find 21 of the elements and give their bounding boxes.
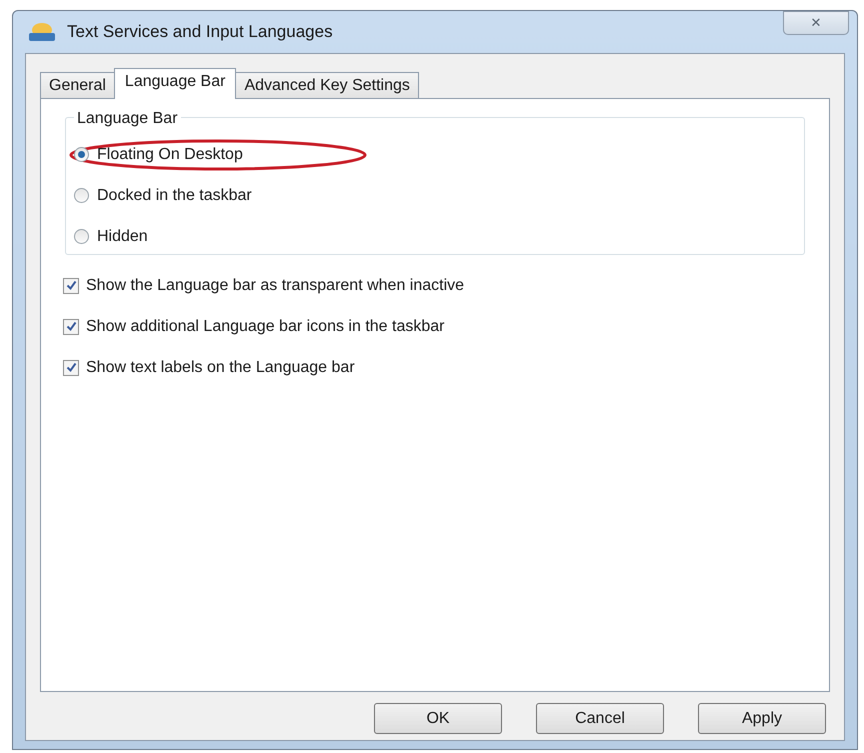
- dialog-button[interactable]: OK: [374, 703, 502, 734]
- radio-label: Hidden: [97, 226, 148, 246]
- radio-button[interactable]: [74, 229, 89, 244]
- tab[interactable]: General: [40, 72, 115, 99]
- dialog-button[interactable]: Cancel: [536, 703, 664, 734]
- window-title: Text Services and Input Languages: [67, 21, 333, 44]
- checkbox-label: Show text labels on the Language bar: [86, 358, 355, 378]
- close-button[interactable]: ✕: [783, 11, 849, 35]
- tab[interactable]: Advanced Key Settings: [235, 72, 419, 99]
- app-icon: [27, 21, 57, 43]
- checkbox[interactable]: [63, 278, 79, 294]
- checkbox-label: Show the Language bar as transparent when inactive: [86, 276, 464, 296]
- radio-label: Floating On Desktop: [97, 144, 243, 164]
- radio-label: Docked in the taskbar: [97, 186, 252, 206]
- radio-button[interactable]: [74, 147, 89, 162]
- checkbox[interactable]: [63, 318, 79, 334]
- tab[interactable]: Language Bar: [114, 68, 236, 99]
- checkbox[interactable]: [63, 360, 79, 376]
- radio-button[interactable]: [74, 188, 89, 203]
- checkbox-label: Show additional Language bar icons in the taskbar: [86, 316, 444, 336]
- dialog-button[interactable]: Apply: [698, 703, 826, 734]
